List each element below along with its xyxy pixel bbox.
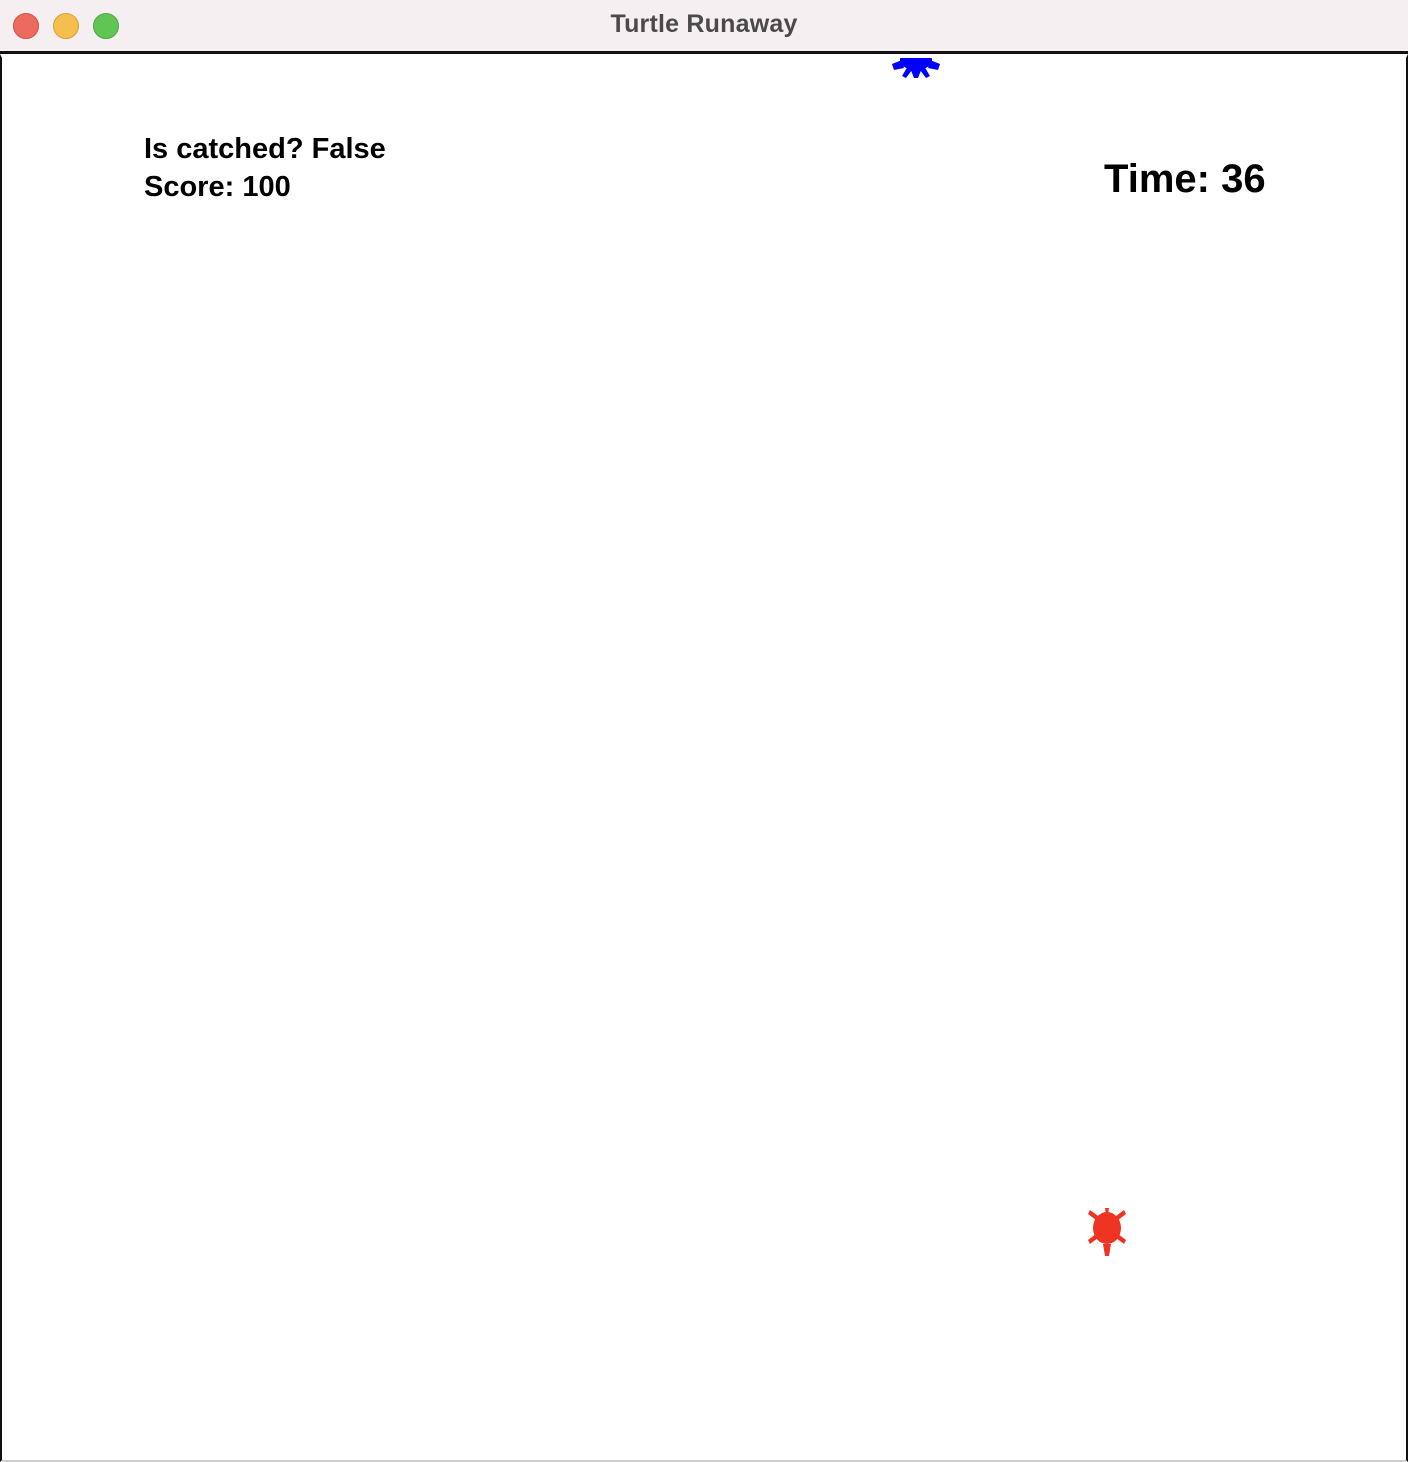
score-line: Score: 100 [144,168,386,206]
hud-status: Is catched? False Score: 100 [144,130,386,206]
game-canvas[interactable]: Is catched? False Score: 100 Time: 36 [0,54,1408,1462]
time-label: Time: [1104,157,1210,201]
time-value: 36 [1221,157,1266,201]
timer-display: Time: 36 [1104,156,1266,202]
score-value: 100 [242,171,291,203]
app-window: Turtle Runaway Is catched? False Score: … [0,0,1408,1462]
caught-value: False [311,133,386,165]
caught-label: Is catched? [144,133,304,165]
title-bar[interactable]: Turtle Runaway [0,0,1408,54]
runner-turtle-icon [1086,1204,1128,1258]
window-title: Turtle Runaway [610,10,798,38]
score-label: Score: [144,171,235,203]
caught-status-line: Is catched? False [144,130,386,168]
chaser-turtle-icon [888,58,944,88]
